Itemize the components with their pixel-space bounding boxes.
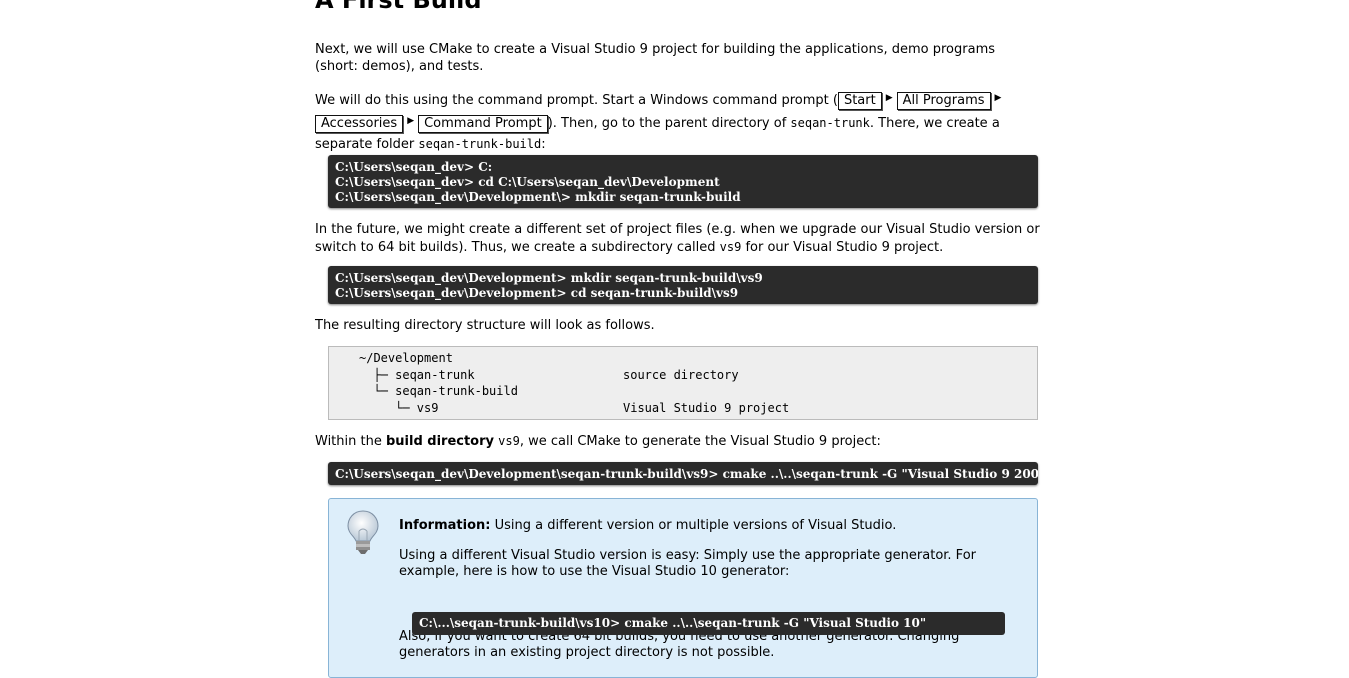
arrow-right-icon: ▶ bbox=[994, 93, 1002, 103]
tree-row: └─ vs9 Visual Studio 9 project bbox=[359, 400, 1037, 417]
arrow-right-icon: ▶ bbox=[407, 116, 415, 126]
terminal-line: C:\Users\seqan_dev> cd C:\Users\seqan_de… bbox=[335, 175, 720, 189]
terminal-block-2[interactable]: C:\Users\seqan_dev\Development> mkdir se… bbox=[328, 266, 1038, 304]
text: : bbox=[541, 137, 546, 152]
tree-desc: source directory bbox=[623, 367, 739, 382]
info-label: Information: bbox=[399, 518, 491, 533]
directory-tree[interactable]: ~/Development ├─ seqan-trunk source direc… bbox=[328, 346, 1038, 420]
tree-row: ├─ seqan-trunk source directory bbox=[359, 367, 1037, 384]
info-box: Information: Using a different version o… bbox=[328, 498, 1038, 678]
info-headline: Information: Using a different version o… bbox=[399, 518, 1019, 535]
page-title: A First Build bbox=[315, 0, 482, 14]
tree-name: ~/Development bbox=[359, 351, 453, 365]
terminal-line: C:\Users\seqan_dev\Development> cd seqan… bbox=[335, 286, 739, 300]
menu-start: Start bbox=[837, 92, 882, 110]
info-text-1: Using a different Visual Studio version … bbox=[399, 547, 976, 580]
text: Within the bbox=[315, 434, 386, 449]
inline-code: seqan-trunk bbox=[790, 116, 870, 130]
cmake-paragraph: Within the build directory vs9, we call … bbox=[315, 433, 1040, 451]
text: , we call CMake to generate the Visual S… bbox=[519, 434, 881, 449]
inline-code: seqan-trunk-build bbox=[418, 137, 542, 151]
menu-all-programs: All Programs bbox=[896, 92, 991, 110]
tree-row: ~/Development bbox=[359, 350, 1037, 367]
tree-name: └─ vs9 bbox=[359, 400, 439, 415]
command-prompt-paragraph: We will do this using the command prompt… bbox=[315, 88, 1040, 155]
menu-command-prompt: Command Prompt bbox=[418, 115, 548, 133]
tree-name: └─ seqan-trunk-build bbox=[359, 384, 518, 398]
text: Using a different version or multiple ve… bbox=[490, 518, 897, 533]
tree-row: └─ seqan-trunk-build bbox=[359, 383, 1037, 400]
terminal-line: C:\Users\seqan_dev> C: bbox=[335, 160, 493, 174]
terminal-block-1[interactable]: C:\Users\seqan_dev> C: C:\Users\seqan_dev… bbox=[328, 155, 1038, 208]
arrow-right-icon: ▶ bbox=[885, 93, 893, 103]
text: We will do this using the command prompt… bbox=[315, 93, 838, 108]
menu-accessories: Accessories bbox=[315, 115, 404, 133]
future-paragraph: In the future, we might create a differe… bbox=[315, 222, 1045, 256]
inline-code: vs9 bbox=[719, 239, 742, 254]
intro-paragraph: Next, we will use CMake to create a Visu… bbox=[315, 42, 996, 74]
info-text: Information: Using a different version o… bbox=[399, 518, 1019, 662]
text: ). Then, go to the parent directory of bbox=[547, 116, 791, 131]
bold-term: build directory bbox=[385, 434, 494, 449]
inline-code: vs9 bbox=[498, 434, 520, 448]
info-terminal[interactable]: C:\...\seqan-trunk-build\vs10> cmake ..\… bbox=[412, 612, 1005, 635]
structure-paragraph: The resulting directory structure will l… bbox=[315, 318, 655, 333]
terminal-line: C:\Users\seqan_dev\Development> mkdir se… bbox=[335, 271, 763, 285]
tree-desc: Visual Studio 9 project bbox=[623, 400, 790, 415]
text: for our Visual Studio 9 project. bbox=[741, 239, 944, 255]
tree-name: ├─ seqan-trunk bbox=[359, 367, 475, 382]
lightbulb-icon bbox=[347, 510, 379, 554]
terminal-line: C:\Users\seqan_dev\Development\> mkdir s… bbox=[335, 190, 741, 204]
terminal-block-3[interactable]: C:\Users\seqan_dev\Development\seqan-tru… bbox=[328, 462, 1038, 485]
